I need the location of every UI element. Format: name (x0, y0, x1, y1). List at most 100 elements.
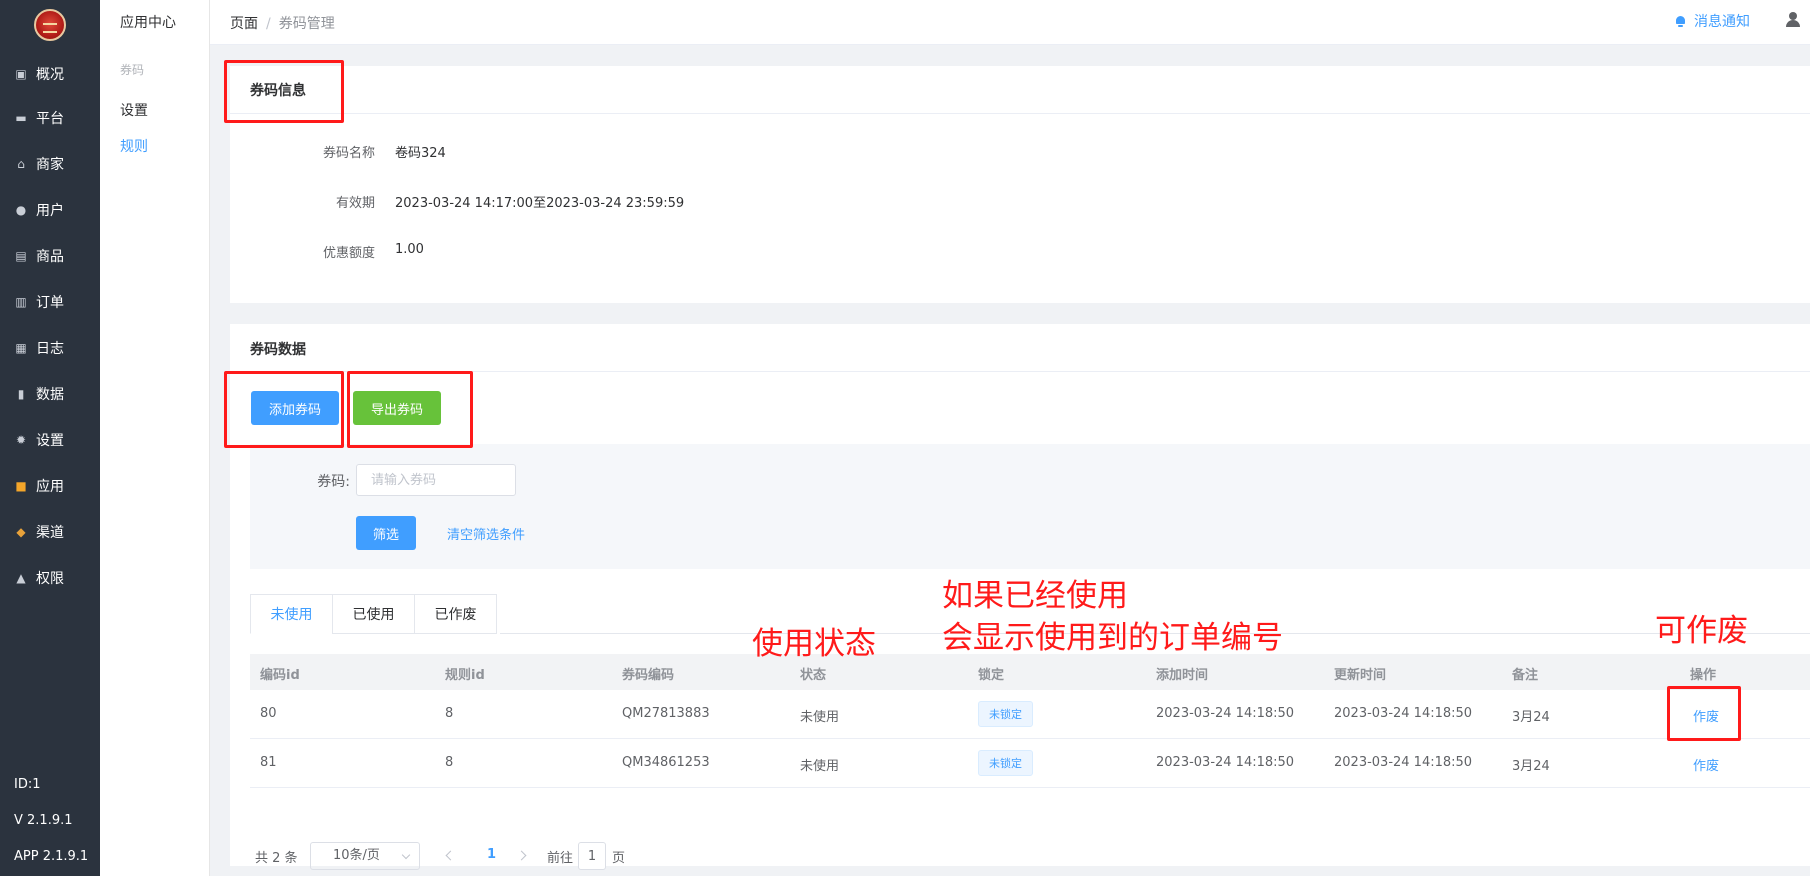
version: V 2.1.9.1 (14, 813, 73, 828)
annotation-used-note-line2: 会显示使用到的订单编号 (942, 620, 1283, 656)
chart-icon: ▮ (17, 387, 25, 401)
nav-item-merchant[interactable]: ⌂ 商家 (0, 144, 100, 184)
cell-id: 80 (260, 706, 277, 721)
app-version: APP 2.1.9.1 (14, 849, 89, 864)
nav-label: 订单 (36, 295, 64, 311)
chevron-down-icon (401, 850, 411, 860)
column-header: 编码id (260, 668, 300, 683)
tab-used[interactable]: 已使用 (332, 594, 415, 634)
cell-updated: 2023-03-24 14:18:50 (1334, 755, 1473, 770)
cube-icon: ◆ (16, 525, 26, 539)
cell-remark: 3月24 (1512, 710, 1550, 725)
column-header: 备注 (1512, 668, 1539, 683)
sub-sidebar-title: 应用中心 (120, 15, 176, 31)
status-tabs: 未使用 已使用 已作废 (250, 594, 497, 634)
clear-filter-link[interactable]: 清空筛选条件 (447, 524, 525, 543)
nav-item-platform[interactable]: ▬ 平台 (0, 98, 100, 138)
user-icon: ● (15, 203, 27, 217)
nav-label: 应用 (36, 479, 64, 495)
table-header: 编码id 规则id 券码编码 状态 锁定 添加时间 更新时间 备注 操作 (250, 654, 1810, 690)
page-suffix: 页 (612, 851, 626, 866)
field-label-validity: 有效期 (335, 196, 375, 211)
sub-sidebar-group: 券码 (120, 63, 145, 77)
field-value-discount: 1.00 (395, 242, 424, 257)
breadcrumb-current: 券码管理 (278, 16, 335, 32)
apps-icon: ■ (15, 479, 27, 493)
nav-item-apps[interactable]: ■ 应用 (0, 466, 100, 506)
column-header: 锁定 (978, 668, 1005, 683)
nav-item-order[interactable]: ▥ 订单 (0, 282, 100, 322)
notification-label: 消息通知 (1694, 14, 1750, 30)
annotation-box-export-button (347, 371, 473, 448)
sub-item-rules[interactable]: 规则 (120, 136, 148, 156)
prev-page-icon[interactable] (442, 848, 458, 864)
annotation-used-note-line1: 如果已经使用 (942, 578, 1128, 614)
dashboard-icon: ▣ (15, 67, 27, 81)
coupon-info-card: 券码信息 券码名称 卷码324 有效期 2023-03-24 14:17:00至… (230, 66, 1810, 303)
nav-item-goods[interactable]: ▤ 商品 (0, 236, 100, 276)
column-header: 添加时间 (1156, 668, 1209, 683)
cell-id: 81 (260, 755, 277, 770)
current-page[interactable]: 1 (487, 847, 496, 862)
nav-label: 商品 (36, 249, 64, 265)
column-header: 操作 (1690, 668, 1717, 683)
breadcrumb-separator: / (266, 16, 271, 32)
pagination-total: 共 2 条 (255, 851, 298, 866)
gear-icon: ✹ (15, 433, 27, 447)
field-label-name: 券码名称 (322, 146, 375, 161)
cell-status: 未使用 (800, 759, 840, 774)
coupon-search-input[interactable] (356, 464, 516, 496)
main-sidebar: ▣ 概况 ▬ 平台 ⌂ 商家 ● 用户 ▤ 商品 ▥ 订单 ▦ 日志 ▮ 数据 … (0, 0, 100, 876)
column-header: 更新时间 (1334, 668, 1387, 683)
nav-label: 数据 (36, 387, 64, 403)
nav-item-data[interactable]: ▮ 数据 (0, 374, 100, 414)
monitor-icon: ▬ (15, 111, 27, 125)
filter-label: 券码: (317, 474, 350, 490)
nav-item-overview[interactable]: ▣ 概况 (0, 54, 100, 94)
void-link[interactable]: 作废 (1693, 755, 1719, 774)
annotation-status-note: 使用状态 (752, 626, 876, 662)
nav-label: 平台 (36, 111, 64, 127)
column-header: 规则id (445, 668, 485, 683)
top-header: 页面 / 券码管理 消息通知 (210, 0, 1810, 45)
nav-item-settings[interactable]: ✹ 设置 (0, 420, 100, 460)
breadcrumb-page[interactable]: 页面 (230, 16, 258, 32)
field-value-name: 卷码324 (395, 146, 446, 161)
nav-label: 日志 (36, 341, 64, 357)
avatar-icon[interactable] (1785, 11, 1801, 27)
next-page-icon[interactable] (515, 848, 531, 864)
logo[interactable] (34, 9, 66, 41)
tab-unused[interactable]: 未使用 (250, 594, 333, 634)
nav-item-log[interactable]: ▦ 日志 (0, 328, 100, 368)
page-size-select[interactable]: 10条/页 (310, 842, 420, 870)
sub-item-settings[interactable]: 设置 (120, 100, 148, 120)
goto-label: 前往 (547, 851, 574, 866)
annotation-void-note: 可作废 (1655, 613, 1748, 649)
tab-voided[interactable]: 已作废 (414, 594, 497, 634)
filter-button[interactable]: 筛选 (356, 516, 416, 550)
filter-panel: 券码: 筛选 清空筛选条件 (250, 444, 1810, 569)
nav-item-permission[interactable]: ▲ 权限 (0, 558, 100, 598)
annotation-box-add-button (224, 371, 344, 448)
lock-status-badge: 未锁定 (978, 701, 1033, 727)
user-id: ID:1 (14, 777, 41, 792)
annotation-box-void-link (1667, 686, 1741, 741)
cell-created: 2023-03-24 14:18:50 (1156, 755, 1295, 770)
lock-status-badge: 未锁定 (978, 750, 1033, 776)
cell-updated: 2023-03-24 14:18:50 (1334, 706, 1473, 721)
cell-rule-id: 8 (445, 706, 454, 721)
goods-icon: ▤ (15, 249, 27, 263)
field-value-validity: 2023-03-24 14:17:00至2023-03-24 23:59:59 (395, 196, 685, 211)
nav-label: 概况 (36, 67, 64, 83)
nav-item-channel[interactable]: ◆ 渠道 (0, 512, 100, 552)
goto-page-input[interactable] (578, 842, 606, 870)
notification-link[interactable]: 消息通知 (1675, 11, 1750, 31)
sub-sidebar: 应用中心 券码 设置 规则 (100, 0, 210, 876)
nav-item-user[interactable]: ● 用户 (0, 190, 100, 230)
breadcrumb: 页面 / 券码管理 (230, 13, 335, 33)
nav-label: 用户 (36, 203, 64, 219)
column-header: 券码编码 (622, 668, 675, 683)
lock-icon: ▲ (16, 571, 26, 585)
table-row: 80 8 QM27813883 未使用 未锁定 2023-03-24 14:18… (250, 690, 1810, 739)
nav-label: 商家 (36, 157, 64, 173)
